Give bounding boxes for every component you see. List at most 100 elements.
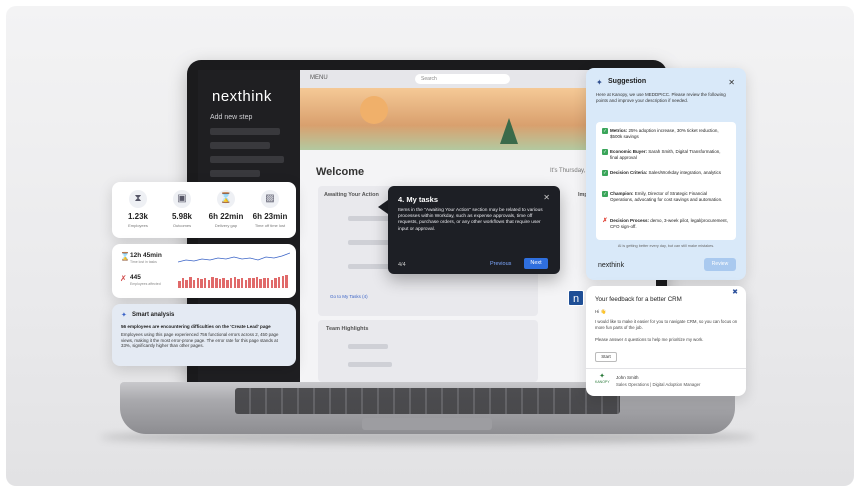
metric-label: Outcomes <box>172 223 192 228</box>
bar-mark <box>281 276 285 288</box>
analytics-card: ⌛ 12h 45min Time lost in tasks ✗ 445 Emp… <box>112 244 296 298</box>
nexthink-badge-icon: n <box>568 290 584 306</box>
bar-mark <box>263 278 266 288</box>
review-button[interactable]: Review <box>704 258 736 271</box>
bar-mark <box>266 277 270 288</box>
suggestion-panel: ✦ Suggestion ✕ Here at Kanopy, we use ME… <box>586 68 746 280</box>
smart-title: Smart analysis <box>132 312 175 318</box>
metric-employees: ⧗ 1.23k Employees <box>116 190 160 228</box>
bar-mark <box>226 279 229 288</box>
feedback-title: Your feedback for a better CRM <box>595 296 682 303</box>
bar-mark <box>277 276 281 288</box>
menu-label[interactable]: MENU <box>310 75 328 81</box>
checklist-text: 25% adoption increase, 30% ticket reduct… <box>610 128 719 139</box>
laptop-keyboard <box>235 388 620 414</box>
metric-outcomes: ▣ 5.98k Outcomes <box>160 190 204 228</box>
date-text: It's Thursday, F <box>550 168 591 174</box>
time-lost-label: Time lost in tasks <box>130 260 157 264</box>
team-row[interactable] <box>348 362 392 367</box>
checklist-label: Metrics: <box>610 128 628 133</box>
sidebar-field[interactable] <box>210 156 284 163</box>
bar-mark <box>248 277 251 288</box>
smart-headline: 56 employees are encountering difficulti… <box>121 324 271 329</box>
page-title: Welcome <box>316 166 365 178</box>
feedback-panel: ✖ Your feedback for a better CRM Hi 👋 I … <box>586 286 746 396</box>
close-icon[interactable]: ✕ <box>543 193 550 202</box>
team-row[interactable] <box>348 344 388 349</box>
checklist-label: Decision Process: <box>610 218 650 223</box>
metric-time-off: ▨ 6h 23min Time off time lost <box>248 190 292 228</box>
step-counter: 4/4 <box>398 262 406 268</box>
checklist-text: Sales/Workday integration, analytics <box>648 170 721 175</box>
time-sparkline <box>178 252 290 263</box>
sidebar-field[interactable] <box>210 142 270 149</box>
start-button[interactable]: Start <box>595 352 617 362</box>
bar-mark <box>274 278 277 288</box>
kanopy-logo: ✦ KANOPY <box>595 373 610 384</box>
sun-shape <box>360 96 388 124</box>
close-icon[interactable]: ✕ <box>728 78 735 87</box>
affected-value: 445 <box>130 274 141 281</box>
check-icon: ✓ <box>602 170 608 176</box>
check-icon: ✓ <box>602 128 608 134</box>
tour-tooltip: 4. My tasks ✕ Items in the "Awaiting You… <box>388 186 560 274</box>
sender-role: Sales Operations | Digital Adoption Mana… <box>616 382 701 387</box>
bar-mark <box>196 277 199 288</box>
kanopy-logo-text: KANOPY <box>595 380 610 384</box>
suggestion-intro: Here at Kanopy, we use MEDDPICC. Please … <box>596 92 726 103</box>
bar-mark <box>215 278 218 288</box>
tooltip-arrow <box>378 200 388 214</box>
bar-mark <box>189 276 192 288</box>
metric-value: 6h 23min <box>252 212 288 221</box>
smart-body: Employees using this page experienced 75… <box>121 332 279 349</box>
smart-analysis-card: ✦ Smart analysis 56 employees are encoun… <box>112 304 296 366</box>
bar-mark <box>200 278 203 288</box>
checklist-label: Decision Criteria: <box>610 170 648 175</box>
target-icon: ✗ <box>120 274 127 283</box>
bar-mark <box>185 279 188 288</box>
tree-shape <box>500 118 518 144</box>
previous-button[interactable]: Previous <box>490 261 511 267</box>
affected-bar-chart <box>178 274 290 288</box>
bar-mark <box>259 278 262 288</box>
time-lost-value: 12h 45min <box>130 252 162 259</box>
sender-name: John Smith <box>616 375 639 380</box>
metric-label: Time off time lost <box>254 223 286 228</box>
bar-mark <box>240 278 244 288</box>
checklist-item: ✓ Economic Buyer: Sarah Smith, Digital T… <box>602 149 730 161</box>
metric-delivery-gap: ⌛ 6h 22min Delivery gap <box>204 190 248 228</box>
tooltip-title: 4. My tasks <box>398 195 439 204</box>
divider <box>586 368 746 369</box>
suggestion-title: Suggestion <box>608 78 647 85</box>
metric-label: Employees <box>128 223 148 228</box>
bar-mark <box>270 279 273 288</box>
checklist-item: ✓ Champion: Emily, Director of Strategic… <box>602 191 730 203</box>
go-to-tasks-link[interactable]: Go to My Tasks (4) <box>330 294 368 299</box>
metric-value: 6h 22min <box>208 212 244 221</box>
image-icon: ▨ <box>261 190 279 208</box>
bar-mark <box>178 281 181 288</box>
sparkle-icon: ✦ <box>596 78 603 87</box>
chip-icon: ▣ <box>173 190 191 208</box>
checklist-label: Champion: <box>610 191 634 196</box>
search-input[interactable]: Search <box>415 74 510 84</box>
bar-mark <box>285 275 288 288</box>
sidebar-field[interactable] <box>210 170 260 177</box>
bar-mark <box>192 280 196 288</box>
checklist-label: Economic Buyer: <box>610 149 648 154</box>
hourglass-icon: ⌛ <box>120 252 130 261</box>
bar-mark <box>233 276 236 288</box>
sidebar-field[interactable] <box>210 128 280 135</box>
check-icon: ✓ <box>602 191 608 197</box>
person-icon: ⧗ <box>129 190 147 208</box>
bar-mark <box>207 279 211 288</box>
sidebar-title: Add new step <box>210 114 253 121</box>
cross-icon: ✗ <box>602 218 608 224</box>
next-button[interactable]: Next <box>524 258 548 269</box>
hourglass-icon: ⌛ <box>217 190 235 208</box>
bar-mark <box>181 278 185 288</box>
feedback-greeting: Hi 👋 <box>595 309 607 314</box>
bar-mark <box>244 279 248 288</box>
close-icon[interactable]: ✖ <box>732 288 738 296</box>
bar-mark <box>252 278 255 288</box>
